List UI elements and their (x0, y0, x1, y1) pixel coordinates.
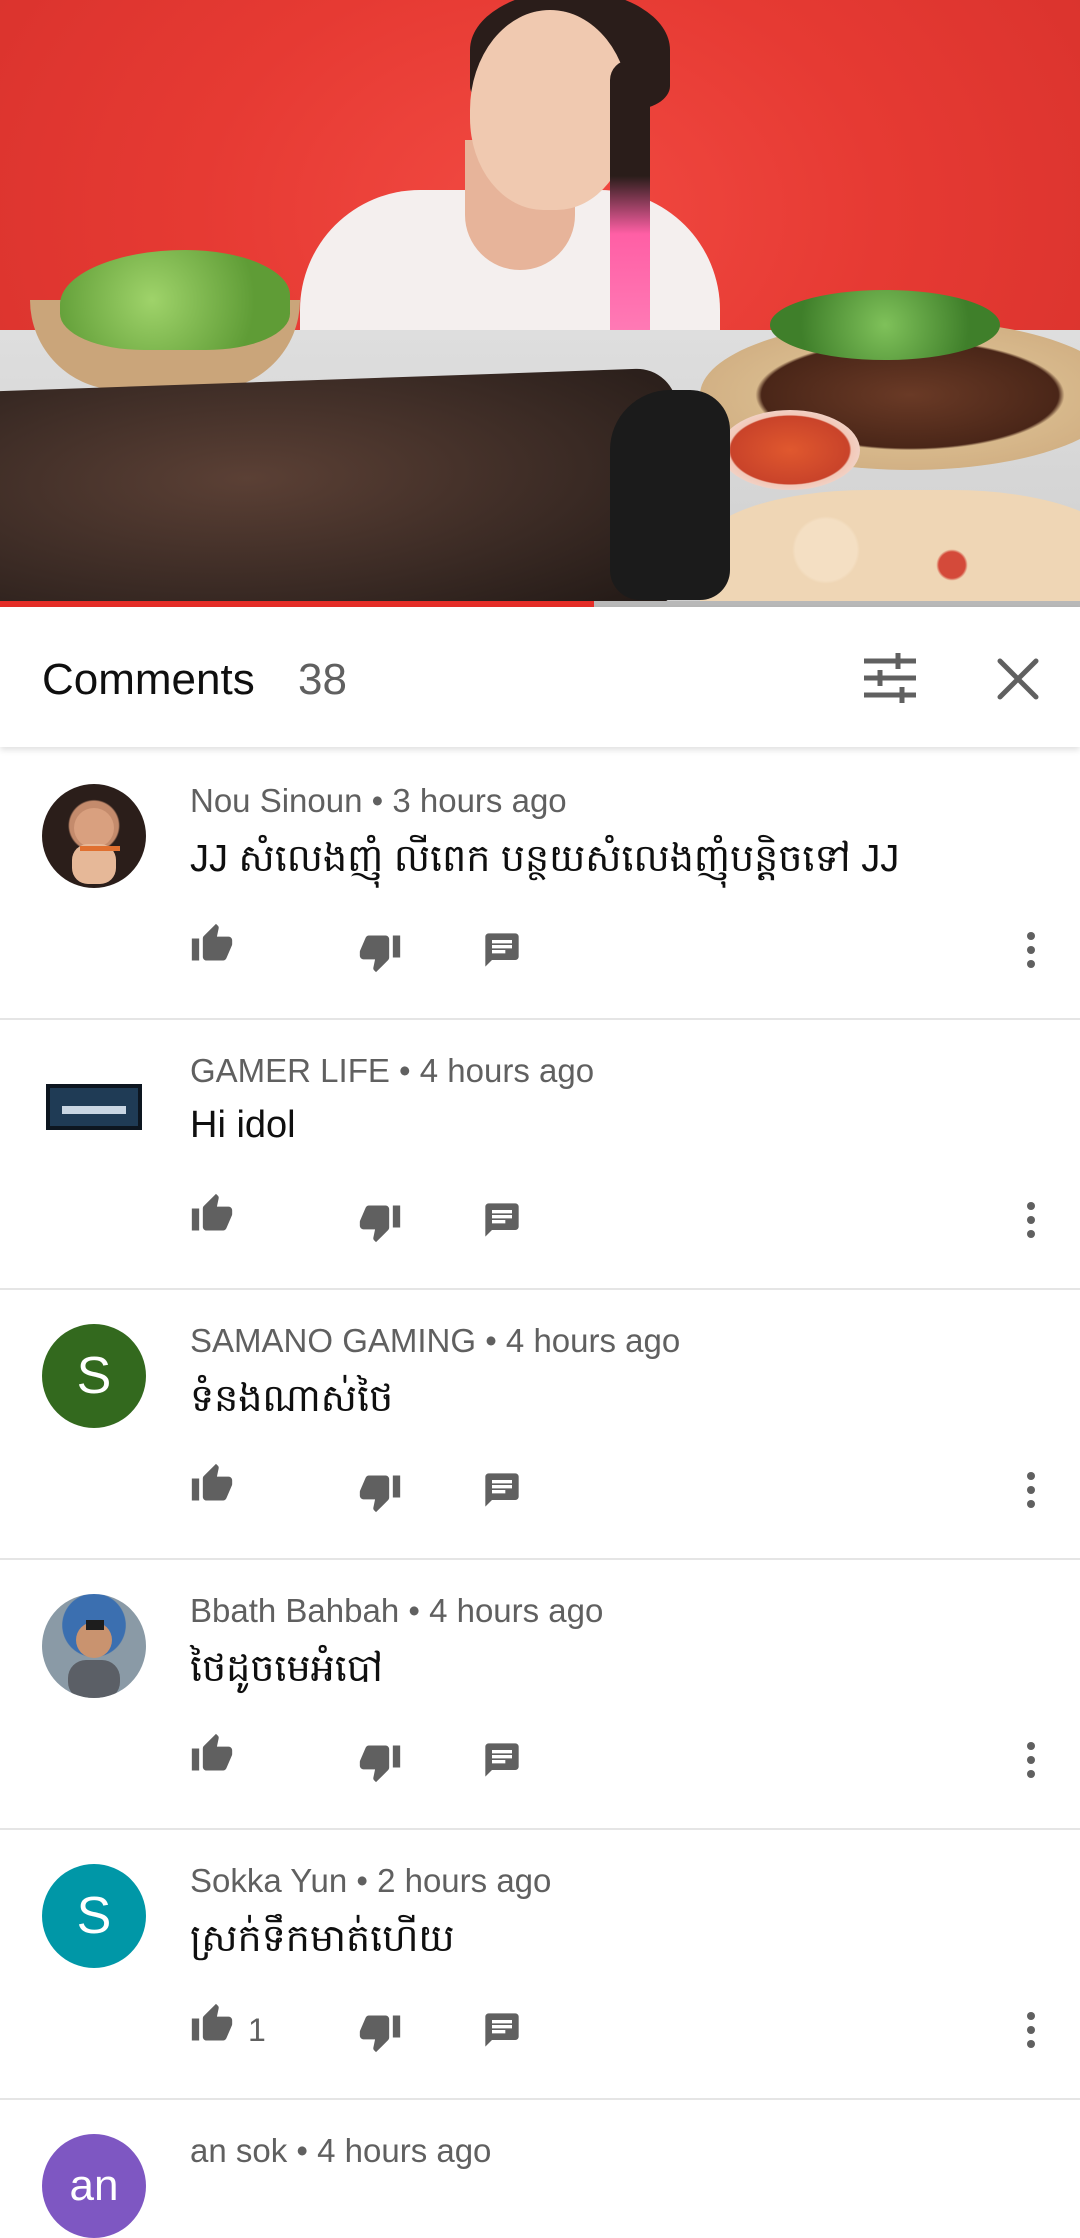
comment-meta: SAMANO GAMING • 4 hours ago (190, 1322, 681, 1359)
reply-comment-icon[interactable] (482, 1470, 534, 1522)
comment-item: Nou Sinoun • 3 hours ago JJ សំលេងញុំ លីព… (0, 750, 1080, 1020)
reply-comment-icon[interactable] (482, 1740, 534, 1792)
video-frame-sauce (720, 410, 860, 490)
comment-meta: Sokka Yun • 2 hours ago (190, 1862, 552, 1899)
like-count: 1 (248, 2012, 266, 2048)
comment-text: ស្រក់ទឹកមាត់ហើយ (190, 1918, 455, 1960)
avatar-photo (72, 808, 120, 884)
comment-actions (190, 1192, 1050, 1252)
comment-item: an an sok • 4 hours ago (0, 2100, 1080, 2238)
thumbs-up-icon[interactable] (190, 2002, 242, 2054)
avatar[interactable]: an (42, 2134, 146, 2238)
avatar[interactable] (42, 1594, 146, 1698)
comment-actions (190, 1732, 1050, 1792)
reply-comment-icon[interactable] (482, 1200, 534, 1252)
comment-meta: Nou Sinoun • 3 hours ago (190, 782, 567, 819)
avatar[interactable]: S (42, 1864, 146, 1968)
video-frame-greens (60, 250, 290, 350)
avatar-letter: an (69, 2161, 119, 2210)
thumbs-up-icon[interactable] (190, 1462, 242, 1514)
comments-list[interactable]: Nou Sinoun • 3 hours ago JJ សំលេងញុំ លីព… (0, 750, 1080, 2238)
comment-actions: 1 (190, 2002, 1050, 2062)
comments-count: 38 (298, 655, 347, 704)
video-frame-braid (610, 60, 650, 350)
avatar[interactable] (42, 784, 146, 888)
more-vert-icon[interactable] (1016, 1738, 1046, 1790)
comment-meta: Bbath Bahbah • 4 hours ago (190, 1592, 604, 1629)
thumbs-up-icon[interactable] (190, 1192, 242, 1244)
reply-comment-icon[interactable] (482, 930, 534, 982)
thumbs-down-icon[interactable] (358, 930, 410, 982)
thumbs-down-icon[interactable] (358, 2010, 410, 2062)
avatar-letter: S (76, 1347, 112, 1405)
comment-item: Bbath Bahbah • 4 hours ago ថៃដូចមេអំបៅ (0, 1560, 1080, 1830)
comments-header: Comments 38 (0, 607, 1080, 747)
more-vert-icon[interactable] (1016, 928, 1046, 980)
thumbs-up-icon[interactable] (190, 922, 242, 974)
thumbs-down-icon[interactable] (358, 1470, 410, 1522)
comment-meta: an sok • 4 hours ago (190, 2132, 492, 2169)
comments-title: Comments (42, 655, 255, 704)
comment-meta: GAMER LIFE • 4 hours ago (190, 1052, 595, 1089)
avatar-letter: S (76, 1887, 112, 1945)
thumbs-up-icon[interactable] (190, 1732, 242, 1784)
video-frame-rice (700, 490, 1080, 607)
comment-actions (190, 1462, 1050, 1522)
more-vert-icon[interactable] (1016, 1468, 1046, 1520)
avatar[interactable] (42, 1054, 146, 1158)
video-frame-griddle-handle (610, 390, 730, 600)
close-icon[interactable] (990, 651, 1046, 707)
comment-text: Hi idol (190, 1104, 296, 1146)
comment-item: GAMER LIFE • 4 hours ago Hi idol (0, 1020, 1080, 1290)
comment-text: ទំនងណាស់ថៃ (190, 1378, 394, 1420)
video-frame-greens-right (770, 290, 1000, 360)
thumbs-down-icon[interactable] (358, 1740, 410, 1792)
sort-filter-icon[interactable] (862, 653, 918, 703)
comment-text: JJ សំលេងញុំ លីពេក បន្ថយសំលេងញុំបន្តិចទៅ … (190, 838, 900, 880)
thumbs-down-icon[interactable] (358, 1200, 410, 1252)
more-vert-icon[interactable] (1016, 1198, 1046, 1250)
video-player[interactable] (0, 0, 1080, 607)
reply-comment-icon[interactable] (482, 2010, 534, 2062)
video-frame-face (470, 10, 630, 210)
comment-text: ថៃដូចមេអំបៅ (190, 1648, 383, 1690)
avatar-photo (68, 1620, 120, 1698)
avatar[interactable]: S (42, 1324, 146, 1428)
comment-item: S SAMANO GAMING • 4 hours ago ទំនងណាស់ថៃ (0, 1290, 1080, 1560)
comment-actions (190, 922, 1050, 982)
avatar-logo (46, 1084, 142, 1130)
video-frame-griddle (0, 367, 684, 607)
comment-item: S Sokka Yun • 2 hours ago ស្រក់ទឹកមាត់ហើ… (0, 1830, 1080, 2100)
more-vert-icon[interactable] (1016, 2008, 1046, 2060)
